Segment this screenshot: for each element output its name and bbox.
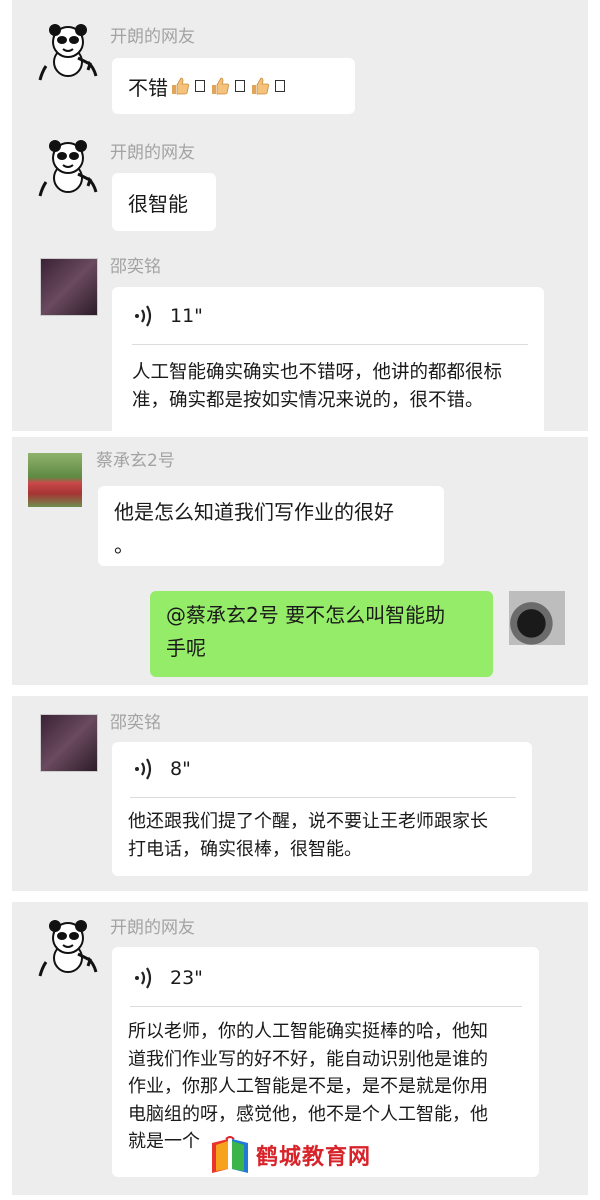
book-logo-icon [212,1136,248,1173]
message-bubble[interactable]: 很智能 [112,173,216,231]
voice-play-row[interactable]: 11" [134,301,203,331]
user-avatar[interactable] [40,714,98,772]
voice-wave-icon [134,757,154,781]
voice-message-bubble[interactable]: 8" 他还跟我们提了个醒，说不要让王老师跟家长 打电话，确实很棒，很智能。 [112,742,532,876]
voice-play-row[interactable]: 8" [134,754,191,784]
message-bubble[interactable]: 他是怎么知道我们写作业的很好 。 [98,486,444,566]
divider [130,1006,522,1007]
voice-duration: 8" [170,758,191,780]
panda-avatar[interactable] [38,918,98,978]
message-text: 不错 [128,75,168,100]
missing-glyph-icon [195,80,205,92]
user-avatar[interactable] [28,453,82,507]
sender-name: 邵奕铭 [110,713,161,733]
panda-avatar[interactable] [38,138,98,198]
voice-transcript: 他还跟我们提了个醒，说不要让王老师跟家长 打电话，确实很棒，很智能。 [128,811,488,860]
sender-name: 蔡承玄2号 [96,451,175,471]
voice-transcript: 人工智能确实确实也不错呀，他讲的都都很标 准，确实都是按如实情况来说的，很不错。 [132,362,503,411]
thumbs-up-icon [210,76,230,96]
chat-panel-3: 邵奕铭 8" 他还跟我们提了个醒，说不要让王老师跟家长 打电话，确实很棒，很智能… [12,696,588,891]
own-message-bubble[interactable]: @蔡承玄2号 要不怎么叫智能助 手呢 [150,591,493,677]
voice-wave-icon [134,966,154,990]
chat-panel-2: 蔡承玄2号 他是怎么知道我们写作业的很好 。 @蔡承玄2号 要不怎么叫智能助 手… [12,437,588,685]
chat-panel-1: 开朗的网友 不错 开朗的网友 很智能 邵奕铭 11" 人工智能确实确实也不错呀，… [12,0,588,431]
user-avatar[interactable] [40,258,98,316]
own-avatar[interactable] [509,591,565,645]
voice-play-row[interactable]: 23" [134,963,203,993]
watermark-text: 鹤城教育网 [256,1145,372,1170]
voice-duration: 23" [170,967,203,989]
divider [130,797,516,798]
divider [132,344,528,345]
watermark-logo: 鹤城教育网 [208,1133,371,1177]
voice-wave-icon [134,304,154,328]
message-bubble[interactable]: 不错 [112,58,355,114]
sender-name: 开朗的网友 [110,918,195,938]
voice-message-bubble[interactable]: 11" 人工智能确实确实也不错呀，他讲的都都很标 准，确实都是按如实情况来说的，… [112,287,544,431]
thumbs-up-icon [170,76,190,96]
panda-avatar[interactable] [38,22,98,82]
sender-name: 邵奕铭 [110,257,161,277]
sender-name: 开朗的网友 [110,143,195,163]
message-text: 很智能 [128,191,188,216]
sender-name: 开朗的网友 [110,27,195,47]
voice-duration: 11" [170,305,203,327]
thumbs-up-icon [250,76,270,96]
missing-glyph-icon [275,80,285,92]
missing-glyph-icon [235,80,245,92]
